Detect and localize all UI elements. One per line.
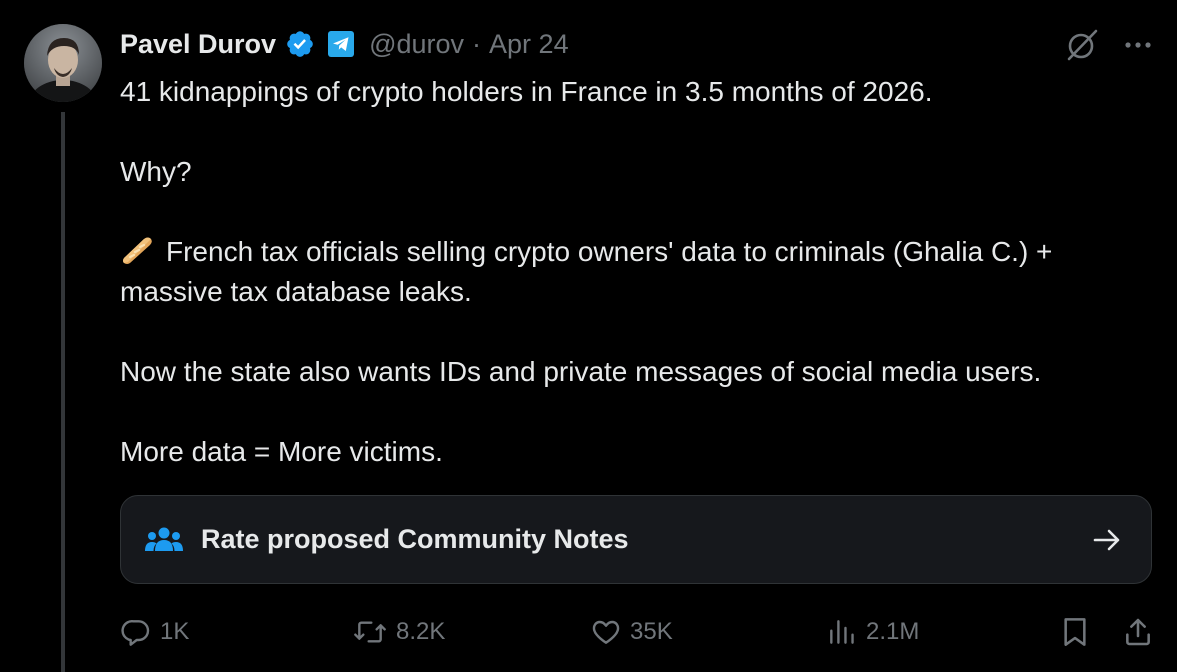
- verified-badge-icon[interactable]: [285, 29, 315, 59]
- thread-line: [61, 112, 65, 672]
- grok-icon[interactable]: [1063, 26, 1101, 64]
- author-name[interactable]: Pavel Durov: [120, 29, 276, 60]
- tweet-paragraph-text: French tax officials selling crypto owne…: [120, 236, 1053, 307]
- repost-icon: [354, 621, 386, 643]
- tweet-header: Pavel Durov @durov · Apr 24: [120, 26, 569, 62]
- like-button[interactable]: 35K: [590, 612, 673, 652]
- avatar-photo: [24, 24, 102, 102]
- author-handle[interactable]: @durov: [369, 29, 464, 60]
- repost-button[interactable]: 8.2K: [352, 612, 445, 652]
- tweet-paragraph: More data = More victims.: [120, 436, 443, 467]
- tweet-text: 41 kidnappings of crypto holders in Fran…: [120, 72, 1160, 472]
- tweet-paragraph: French tax officials selling crypto owne…: [120, 232, 1160, 312]
- bookmark-button[interactable]: [1060, 612, 1090, 652]
- views-count: 2.1M: [866, 618, 920, 645]
- tweet-paragraph: Why?: [120, 156, 192, 187]
- views-button[interactable]: 2.1M: [826, 612, 919, 652]
- share-icon: [1126, 618, 1150, 646]
- avatar[interactable]: [24, 24, 102, 102]
- tweet-top-actions: [1063, 26, 1153, 64]
- community-notes-button[interactable]: Rate proposed Community Notes: [120, 495, 1152, 584]
- telegram-affiliate-icon[interactable]: [327, 30, 355, 58]
- views-icon: [830, 620, 854, 644]
- reply-icon: [121, 620, 150, 646]
- people-icon: [145, 527, 183, 551]
- tweet-paragraph: Now the state also wants IDs and private…: [120, 356, 1042, 387]
- repost-count: 8.2K: [396, 618, 446, 645]
- bookmark-icon: [1064, 618, 1086, 646]
- heart-icon: [592, 620, 620, 644]
- reply-count: 1K: [160, 618, 190, 645]
- baguette-emoji: [123, 237, 152, 264]
- more-options-icon[interactable]: [1123, 30, 1153, 60]
- separator-dot: ·: [472, 28, 482, 59]
- tweet-actions: 1K 8.2K 35K 2.1M: [120, 612, 1156, 652]
- share-button[interactable]: [1122, 612, 1154, 652]
- arrow-right-icon: [1093, 529, 1120, 550]
- community-notes-label: Rate proposed Community Notes: [201, 524, 629, 554]
- reply-button[interactable]: 1K: [120, 612, 189, 652]
- tweet-date[interactable]: Apr 24: [489, 29, 569, 60]
- tweet-paragraph: 41 kidnappings of crypto holders in Fran…: [120, 76, 933, 107]
- like-count: 35K: [630, 618, 673, 645]
